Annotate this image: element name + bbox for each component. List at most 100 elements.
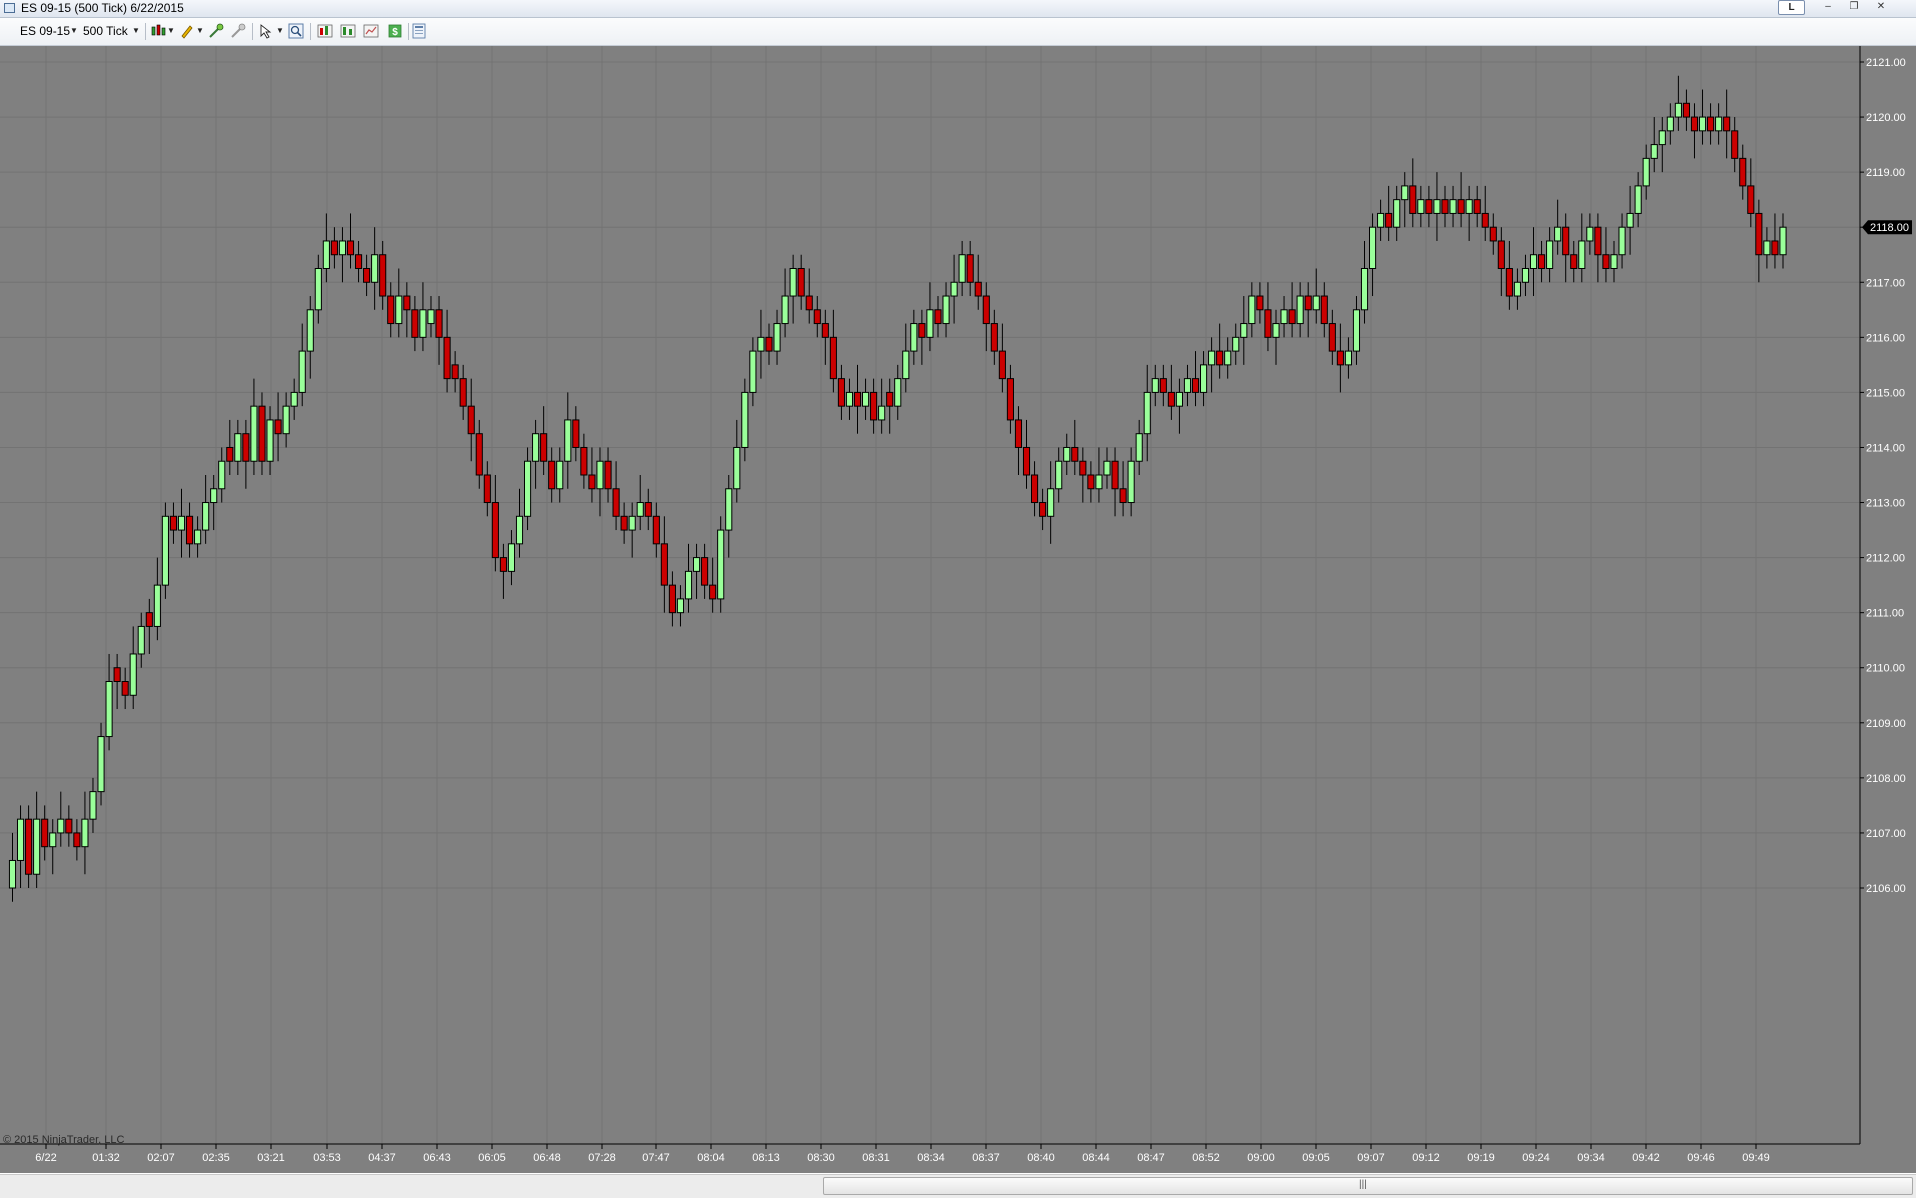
candle-down [1288, 309, 1296, 325]
chevron-down-icon[interactable]: ▼ [196, 26, 204, 35]
candle-down [169, 515, 178, 531]
y-axis-tick-label: 2113.00 [1866, 498, 1905, 510]
candle-down [548, 460, 556, 490]
strategies-icon[interactable] [340, 23, 356, 39]
candle-up [1352, 309, 1361, 352]
candle-up [1248, 295, 1256, 325]
candle-up [556, 460, 564, 490]
draw-tools-icon[interactable] [208, 23, 224, 39]
candle-up [1055, 460, 1063, 490]
chevron-down-icon[interactable]: ▼ [276, 26, 284, 35]
scrollbar-thumb[interactable]: ||| [823, 1177, 1913, 1195]
window-title: ES 09-15 (500 Tick) 6/22/2015 [21, 1, 184, 15]
chart-toolbar: ES 09-15 ▼ 500 Tick ▼ ▼ ▼ ▼ $ [0, 18, 1916, 46]
chevron-down-icon[interactable]: ▼ [132, 26, 140, 35]
y-axis-tick-label: 2109.00 [1866, 718, 1906, 730]
y-axis-tick-label: 2107.00 [1866, 828, 1906, 840]
candle-up [161, 515, 169, 586]
candle-up [926, 309, 934, 338]
candle-up [676, 598, 685, 614]
candle-down [435, 309, 443, 338]
interval-selector[interactable]: 500 Tick [83, 24, 128, 38]
candle-down [1690, 116, 1699, 132]
candlestick-style-icon[interactable] [150, 23, 166, 39]
candle-up [958, 254, 966, 283]
candle-down [354, 254, 363, 270]
candle-up [692, 557, 701, 572]
dollar-icon[interactable]: $ [387, 23, 403, 39]
candle-down [475, 433, 483, 476]
candle-up [395, 295, 403, 325]
candle-up [282, 405, 290, 435]
minimize-icon[interactable]: – [1816, 0, 1840, 15]
x-axis-tick-label: 06:48 [533, 1152, 561, 1164]
candle-up [1224, 350, 1232, 366]
candle-up [910, 323, 918, 352]
horizontal-scrollbar[interactable]: ||| [0, 1174, 1916, 1198]
x-axis-tick-label: 08:47 [1137, 1152, 1165, 1164]
drawing-pencil-icon[interactable] [179, 23, 195, 39]
candle-down [1755, 212, 1763, 256]
candle-up [741, 391, 749, 448]
x-axis-tick-label: 03:53 [313, 1152, 341, 1164]
candle-up [129, 653, 137, 696]
candle-down [1031, 474, 1039, 504]
y-axis-tick-label: 2111.00 [1866, 608, 1904, 620]
instrument-selector[interactable]: ES 09-15 [20, 24, 70, 38]
copyright-notice: © 2015 NinjaTrader, LLC [3, 1134, 125, 1146]
cursor-pointer-icon[interactable] [258, 23, 274, 39]
candle-up [757, 336, 765, 352]
candle-up [1658, 130, 1666, 146]
x-axis-tick-label: 09:24 [1522, 1152, 1550, 1164]
link-button[interactable]: L [1778, 0, 1805, 15]
candle-up [33, 818, 41, 875]
candle-up [419, 309, 427, 338]
candle-down [1159, 378, 1167, 393]
properties-icon[interactable] [411, 23, 427, 39]
candle-up [81, 818, 89, 848]
close-icon[interactable]: ✕ [1868, 0, 1894, 15]
x-axis-tick-label: 08:30 [807, 1152, 835, 1164]
candle-down [886, 391, 894, 407]
x-axis-tick-label: 01:32 [92, 1152, 120, 1164]
candle-down [1087, 474, 1095, 490]
candle-up [1433, 199, 1441, 214]
candle-down [1167, 391, 1175, 407]
candle-down [185, 515, 194, 545]
candle-up [636, 502, 644, 517]
candle-up [49, 832, 57, 848]
restore-icon[interactable]: ❐ [1842, 0, 1866, 15]
global-draw-icon[interactable] [230, 23, 246, 39]
window-title-bar: ES 09-15 (500 Tick) 6/22/2015 L – ❐ ✕ [0, 0, 1916, 18]
candle-down [443, 336, 451, 380]
toolbar-separator [252, 23, 253, 40]
chart-canvas[interactable]: 2106.00 2107.00 2108.00 2109.00 2110.00 2111.… [0, 46, 1916, 1173]
candle-up [1763, 240, 1771, 256]
candle-up [564, 419, 572, 462]
candle-down [1328, 323, 1336, 352]
candle-down [1497, 240, 1505, 269]
price-chart[interactable]: 2106.00 2107.00 2108.00 2109.00 2110.00 2111.… [0, 46, 1916, 1173]
candle-down [1071, 446, 1079, 462]
candle-down [982, 295, 990, 325]
candle-up [1240, 323, 1248, 338]
svg-text:$: $ [392, 27, 398, 38]
candle-up [532, 433, 540, 462]
candle-up [1272, 323, 1280, 338]
candle-up [749, 350, 757, 393]
candle-up [57, 818, 65, 834]
candle-up [1143, 391, 1151, 435]
candle-up [105, 681, 113, 738]
chevron-down-icon[interactable]: ▼ [70, 26, 78, 35]
data-box-icon[interactable] [363, 23, 379, 39]
chevron-down-icon[interactable]: ▼ [167, 26, 175, 35]
indicators-icon[interactable] [317, 23, 333, 39]
candle-down [25, 818, 33, 875]
candle-up [1047, 488, 1055, 517]
x-axis-tick-label: 08:52 [1192, 1152, 1220, 1164]
zoom-icon[interactable] [288, 23, 304, 39]
candle-up [1521, 268, 1530, 283]
candle-up [234, 433, 242, 462]
candle-down [411, 309, 419, 338]
candle-up [1513, 281, 1521, 297]
